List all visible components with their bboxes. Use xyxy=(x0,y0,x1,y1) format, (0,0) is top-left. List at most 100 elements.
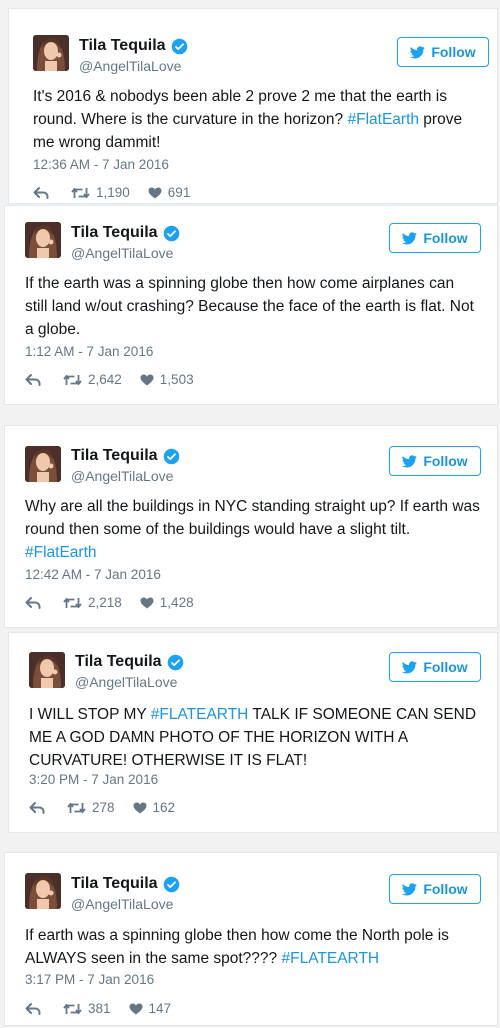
tweet-card: Tila Tequila @AngelTilaLove Follow Why a… xyxy=(4,425,498,628)
verified-badge-icon xyxy=(163,876,180,893)
tweet-text: If the earth was a spinning globe then h… xyxy=(25,272,480,341)
avatar[interactable] xyxy=(29,652,65,688)
like-count: 1,503 xyxy=(159,372,194,387)
reply-button[interactable] xyxy=(29,801,45,814)
follow-button-label: Follow xyxy=(431,44,476,60)
retweet-icon xyxy=(63,374,82,386)
tweet-card: Tila Tequila @AngelTilaLove Follow If ea… xyxy=(4,852,498,1026)
display-name-text: Tila Tequila xyxy=(79,37,166,54)
twitter-bird-icon xyxy=(402,660,418,674)
reply-icon xyxy=(25,373,41,386)
retweet-count: 2,218 xyxy=(88,595,122,610)
tweet-card: Tila Tequila @AngelTilaLove Follow I WIL… xyxy=(8,632,498,833)
tweet-text-segment: If the earth was a spinning globe then h… xyxy=(25,275,474,338)
reply-button[interactable] xyxy=(25,596,41,609)
tweet-actions: 2,218 1,428 xyxy=(25,595,194,610)
heart-icon xyxy=(140,373,154,386)
reply-icon xyxy=(33,186,49,199)
hashtag-link[interactable]: #FLATEARTH xyxy=(281,950,379,967)
hashtag-link[interactable]: #FLATEARTH xyxy=(151,706,249,723)
follow-button[interactable]: Follow xyxy=(389,223,481,253)
reply-icon xyxy=(25,596,41,609)
reply-icon xyxy=(29,801,45,814)
tweet-text-segment: If earth was a spinning globe then how c… xyxy=(25,927,449,967)
retweet-icon xyxy=(63,597,82,609)
retweet-icon xyxy=(63,1003,82,1015)
tweet-text-segment: Why are all the buildings in NYC standin… xyxy=(25,498,480,538)
follow-button-label: Follow xyxy=(423,881,468,897)
retweet-button[interactable]: 2,642 xyxy=(63,372,122,387)
reply-button[interactable] xyxy=(25,373,41,386)
follow-button[interactable]: Follow xyxy=(389,446,481,476)
hashtag-link[interactable]: #FlatEarth xyxy=(347,111,419,128)
follow-button[interactable]: Follow xyxy=(389,652,481,682)
display-name[interactable]: Tila Tequila xyxy=(79,37,188,55)
heart-icon xyxy=(133,801,147,814)
retweet-icon xyxy=(71,187,90,199)
retweet-button[interactable]: 2,218 xyxy=(63,595,122,610)
user-handle[interactable]: @AngelTilaLove xyxy=(71,245,173,261)
like-count: 162 xyxy=(152,800,176,815)
reply-icon xyxy=(25,1002,41,1015)
tweet-actions: 278 162 xyxy=(29,800,175,815)
verified-badge-icon xyxy=(163,448,180,465)
verified-badge-icon xyxy=(167,654,184,671)
user-handle[interactable]: @AngelTilaLove xyxy=(71,468,173,484)
tweet-timestamp[interactable]: 1:12 AM - 7 Jan 2016 xyxy=(25,344,153,359)
avatar[interactable] xyxy=(33,35,69,71)
display-name-text: Tila Tequila xyxy=(71,447,158,464)
display-name[interactable]: Tila Tequila xyxy=(71,224,180,242)
tweet-timestamp[interactable]: 3:17 PM - 7 Jan 2016 xyxy=(25,972,154,987)
display-name-text: Tila Tequila xyxy=(75,653,162,670)
tweet-timestamp[interactable]: 12:36 AM - 7 Jan 2016 xyxy=(33,157,169,172)
like-count: 691 xyxy=(167,185,191,200)
tweet-text: I WILL STOP MY #FLATEARTH TALK IF SOMEON… xyxy=(29,703,484,772)
reply-button[interactable] xyxy=(33,186,49,199)
retweet-button[interactable]: 1,190 xyxy=(71,185,130,200)
twitter-bird-icon xyxy=(410,45,426,59)
tweet-actions: 381 147 xyxy=(25,1001,171,1016)
follow-button-label: Follow xyxy=(423,453,468,469)
display-name-text: Tila Tequila xyxy=(71,875,158,892)
retweet-icon xyxy=(67,802,86,814)
retweet-button[interactable]: 381 xyxy=(63,1001,111,1016)
display-name[interactable]: Tila Tequila xyxy=(71,875,180,893)
tweet-actions: 2,642 1,503 xyxy=(25,372,194,387)
tweet-text: Why are all the buildings in NYC standin… xyxy=(25,495,480,564)
display-name[interactable]: Tila Tequila xyxy=(71,447,180,465)
twitter-bird-icon xyxy=(402,882,418,896)
hashtag-link[interactable]: #FlatEarth xyxy=(25,544,97,561)
verified-badge-icon xyxy=(163,225,180,242)
like-button[interactable]: 1,503 xyxy=(140,372,194,387)
like-button[interactable]: 691 xyxy=(148,185,191,200)
avatar[interactable] xyxy=(25,873,61,909)
display-name-text: Tila Tequila xyxy=(71,224,158,241)
retweet-count: 2,642 xyxy=(88,372,122,387)
tweet-actions: 1,190 691 xyxy=(33,185,190,200)
user-handle[interactable]: @AngelTilaLove xyxy=(71,896,173,912)
tweet-timestamp[interactable]: 12:42 AM - 7 Jan 2016 xyxy=(25,567,161,582)
like-count: 147 xyxy=(148,1001,172,1016)
heart-icon xyxy=(129,1002,143,1015)
twitter-bird-icon xyxy=(402,454,418,468)
like-button[interactable]: 162 xyxy=(133,800,176,815)
follow-button-label: Follow xyxy=(423,230,468,246)
retweet-count: 278 xyxy=(92,800,115,815)
heart-icon xyxy=(140,596,154,609)
retweet-button[interactable]: 278 xyxy=(67,800,115,815)
user-handle[interactable]: @AngelTilaLove xyxy=(79,58,181,74)
tweet-card: Tila Tequila @AngelTilaLove Follow It's … xyxy=(8,8,498,204)
tweet-text: It's 2016 & nobodys been able 2 prove 2 … xyxy=(33,85,483,154)
user-handle[interactable]: @AngelTilaLove xyxy=(75,674,177,690)
tweet-text-segment: I WILL STOP MY xyxy=(29,706,151,723)
reply-button[interactable] xyxy=(25,1002,41,1015)
tweet-timestamp[interactable]: 3:20 PM - 7 Jan 2016 xyxy=(29,772,158,787)
avatar[interactable] xyxy=(25,222,61,258)
like-button[interactable]: 147 xyxy=(129,1001,172,1016)
like-button[interactable]: 1,428 xyxy=(140,595,194,610)
follow-button[interactable]: Follow xyxy=(389,874,481,904)
follow-button[interactable]: Follow xyxy=(397,37,489,67)
avatar[interactable] xyxy=(25,446,61,482)
follow-button-label: Follow xyxy=(423,659,468,675)
display-name[interactable]: Tila Tequila xyxy=(75,653,184,671)
